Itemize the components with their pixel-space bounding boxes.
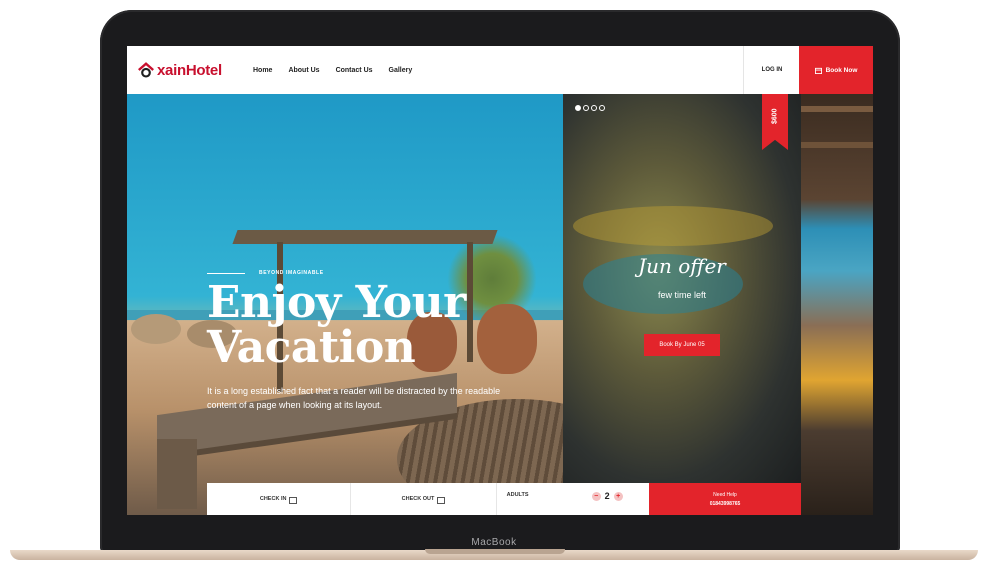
booking-bar: CHECK IN CHECK OUT ADULTS − 2 +	[207, 483, 649, 515]
check-out-field[interactable]: CHECK OUT	[351, 483, 497, 515]
nav-about-us[interactable]: About Us	[288, 67, 319, 74]
check-in-label: CHECK IN	[259, 496, 287, 502]
book-now-label: Book Now	[825, 66, 858, 74]
logo-text: xainHotel	[157, 61, 222, 79]
price-ribbon: $600	[762, 94, 788, 150]
book-offer-button[interactable]: Book By June 05	[644, 334, 720, 356]
screen: xainHotel Home About Us Contact Us Galle…	[127, 46, 873, 515]
adults-label: ADULTS	[506, 492, 529, 498]
slider-dot[interactable]	[583, 105, 589, 111]
laptop-notch	[425, 549, 565, 554]
hero-title-line2: Vacation	[207, 322, 416, 373]
adults-field: ADULTS − 2 +	[497, 483, 649, 515]
wood-plank	[801, 142, 873, 148]
offer-title: Jun offer	[638, 254, 726, 278]
side-image	[801, 94, 873, 515]
calendar-icon	[814, 67, 822, 74]
adults-count: 2	[604, 491, 610, 501]
hero-title-line1: Enjoy Your	[207, 277, 466, 328]
hero-description: It is a long established fact that a rea…	[207, 386, 501, 410]
slider-dots	[575, 105, 607, 111]
check-in-field[interactable]: CHECK IN	[207, 483, 352, 515]
slider-dot[interactable]	[591, 105, 597, 111]
kicker-text: BEYOND IMAGINABLE	[259, 270, 324, 276]
site-header: xainHotel Home About Us Contact Us Galle…	[127, 46, 873, 94]
hero-background-image: BEYOND IMAGINABLE Enjoy Your Vacation It…	[127, 94, 637, 515]
adults-stepper: − 2 +	[591, 491, 623, 501]
calendar-icon	[289, 496, 298, 504]
hut-roof	[232, 230, 498, 244]
increment-button[interactable]: +	[613, 491, 623, 501]
book-now-button[interactable]: Book Now	[799, 46, 873, 94]
need-help-box[interactable]: Need Help 01843998765	[649, 483, 801, 515]
hero-kicker: BEYOND IMAGINABLE	[207, 270, 537, 276]
house-logo-icon	[138, 62, 154, 78]
beach-cushion	[131, 314, 181, 344]
price-ribbon-text: $600	[771, 108, 779, 124]
hero-text: BEYOND IMAGINABLE Enjoy Your Vacation It…	[207, 270, 537, 412]
need-help-title: Need Help	[713, 492, 737, 498]
need-help-phone: 01843998765	[709, 501, 741, 507]
slider-dot[interactable]	[575, 105, 581, 111]
nav-gallery[interactable]: Gallery	[389, 67, 413, 74]
wood-plank	[801, 106, 873, 112]
calendar-icon	[437, 496, 446, 504]
logo[interactable]: xainHotel	[137, 61, 237, 79]
offer-subtitle: few time left	[657, 290, 706, 300]
bench-leg	[157, 439, 197, 509]
check-out-label: CHECK OUT	[401, 496, 435, 502]
decrement-button[interactable]: −	[591, 491, 601, 501]
nav-contact-us[interactable]: Contact Us	[336, 67, 373, 74]
offer-background-blur	[573, 206, 773, 246]
login-link[interactable]: LOG IN	[743, 46, 800, 94]
main-nav: Home About Us Contact Us Gallery	[253, 67, 428, 74]
offer-panel: $600 Jun offer few time left Book By Jun…	[563, 94, 801, 483]
nav-home[interactable]: Home	[253, 67, 272, 74]
slider-dot[interactable]	[599, 105, 605, 111]
macbook-label: MacBook	[471, 537, 517, 548]
hero-title: Enjoy Your Vacation	[207, 280, 537, 370]
kicker-line	[207, 272, 245, 274]
